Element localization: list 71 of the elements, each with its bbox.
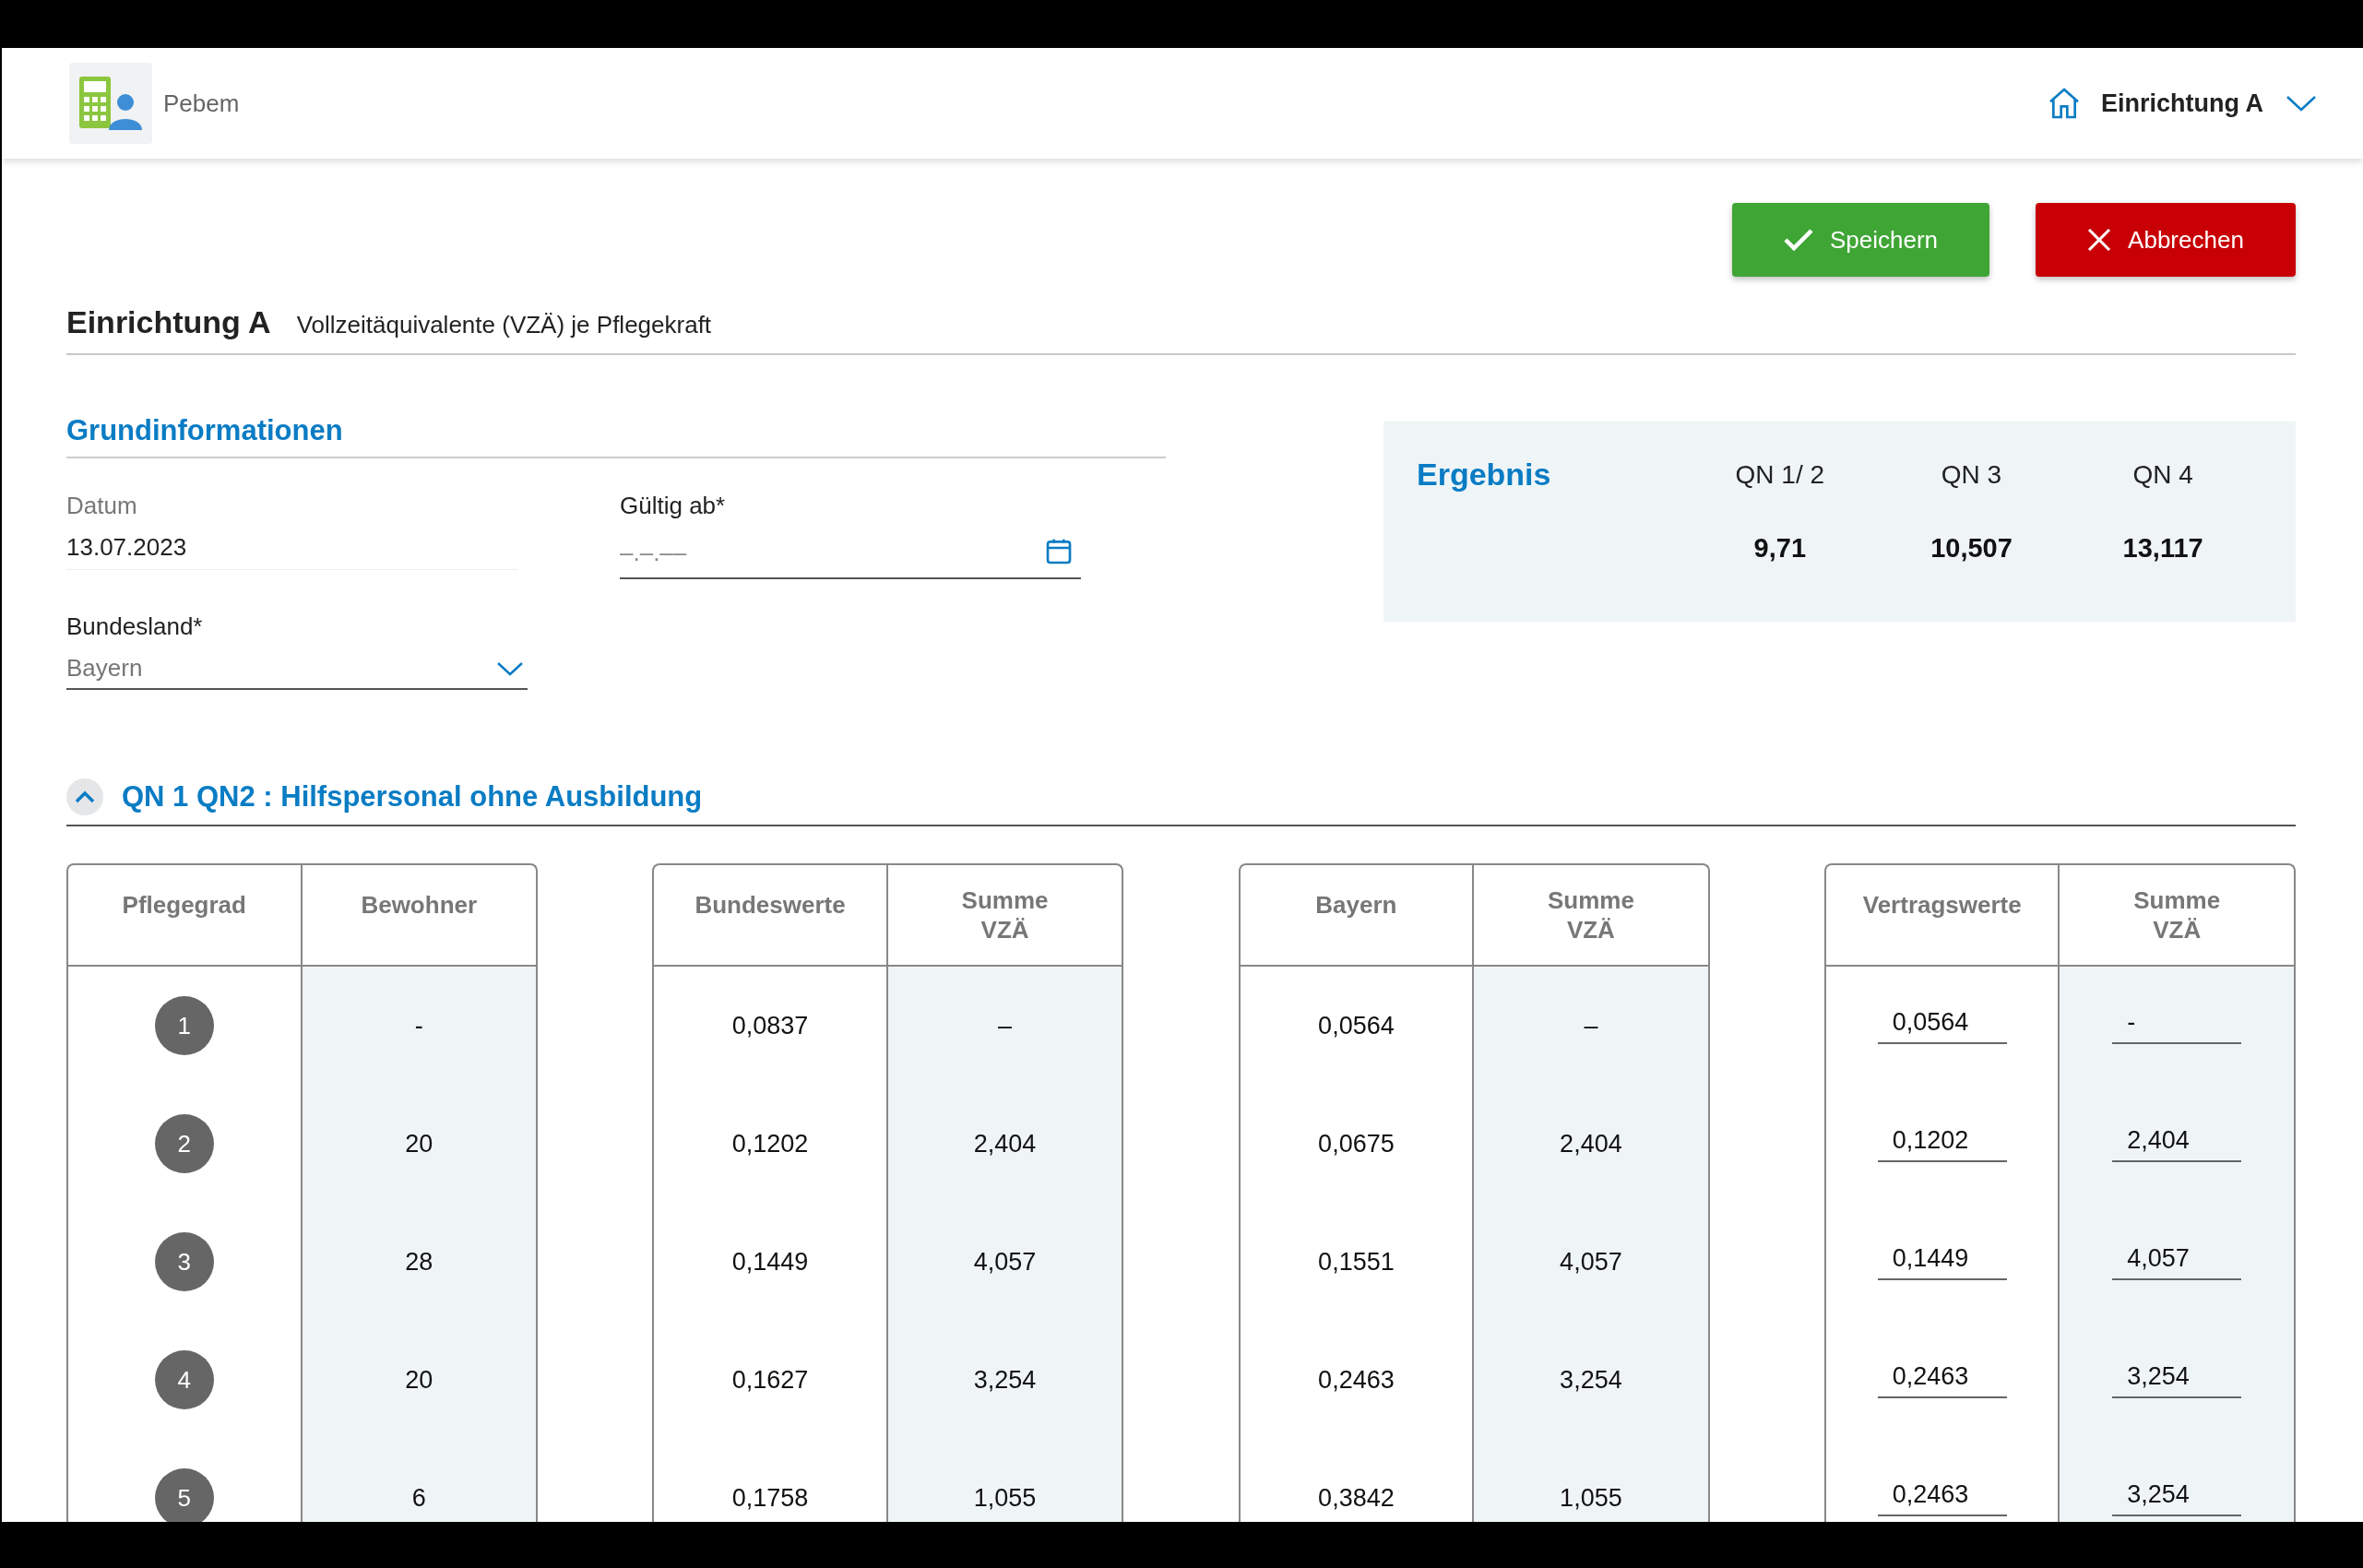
- chevron-down-icon: [496, 659, 524, 677]
- value-input[interactable]: 4,057: [2112, 1243, 2242, 1280]
- table-cell: 6: [411, 1483, 426, 1513]
- column-header: Vertragswerte: [1826, 865, 2060, 967]
- collapse-button[interactable]: [66, 778, 103, 815]
- table-cell: 0,1551: [1318, 1247, 1395, 1277]
- facility-switcher[interactable]: Einrichtung A: [2046, 85, 2317, 122]
- app-name: Pebem: [163, 89, 241, 118]
- field-label: Datum: [66, 492, 138, 520]
- table-cell: 3,254: [973, 1365, 1037, 1395]
- check-icon: [1783, 228, 1813, 252]
- table-cell: 0,1758: [731, 1483, 809, 1513]
- section-title: QN 1 QN2 : Hilfspersonal ohne Ausbildung: [122, 780, 703, 814]
- field-label: Bundesland*: [66, 612, 204, 641]
- table-cell: 0,1627: [731, 1365, 809, 1395]
- date-value: 13.07.2023: [66, 533, 518, 570]
- close-icon: [2087, 228, 2112, 252]
- table-cell: 2,404: [973, 1129, 1037, 1158]
- table-cell: 0,0564: [1318, 1011, 1395, 1040]
- table-cell: 4,057: [973, 1247, 1037, 1277]
- table-cell: 0,1449: [731, 1247, 809, 1277]
- chevron-up-icon: [75, 790, 95, 803]
- result-title: Ergebnis: [1417, 457, 1552, 493]
- table-cell: 0,0675: [1318, 1129, 1395, 1158]
- state-select[interactable]: Bayern: [66, 654, 528, 690]
- result-label: QN 4: [2131, 459, 2194, 490]
- page-title: Einrichtung A: [66, 304, 271, 340]
- table-cell: 2,404: [1560, 1129, 1622, 1158]
- care-level-badge: 1: [154, 996, 214, 1055]
- field-label: Gültig ab*: [620, 492, 727, 520]
- table-cell: 4,057: [1560, 1247, 1622, 1277]
- table-cell: –: [998, 1011, 1013, 1040]
- value-input[interactable]: 0,2463: [1877, 1479, 2007, 1516]
- table-cell: 3,254: [1560, 1365, 1622, 1395]
- table-cell: 20: [405, 1129, 433, 1158]
- cancel-button[interactable]: Abbrechen: [2036, 203, 2296, 277]
- table-cell: 20: [405, 1365, 433, 1395]
- table-cell: -: [414, 1011, 423, 1040]
- value-input[interactable]: 0,0564: [1877, 1007, 2007, 1044]
- result-label: QN 3: [1940, 459, 2003, 490]
- care-level-badge: 3: [154, 1232, 214, 1291]
- value-input[interactable]: 0,1449: [1877, 1243, 2007, 1280]
- result-value: 10,507: [1930, 532, 2013, 564]
- table-cell: 0,1202: [731, 1129, 809, 1158]
- calculator-person-icon: [77, 75, 144, 132]
- result-label: QN 1/ 2: [1734, 459, 1826, 490]
- care-level-badge: 2: [154, 1114, 214, 1173]
- table-cell: 28: [405, 1247, 433, 1277]
- value-input[interactable]: -: [2112, 1007, 2242, 1044]
- column-header: Bayern: [1240, 865, 1475, 967]
- page-subtitle: Vollzeitäquivalente (VZÄ) je Pflegekraft: [296, 311, 712, 339]
- chevron-down-icon: [2286, 94, 2317, 113]
- table-cell: 1,055: [1560, 1483, 1622, 1513]
- table-cell: 0,2463: [1318, 1365, 1395, 1395]
- calendar-icon[interactable]: [1044, 537, 1074, 566]
- table-cell: 0,3842: [1318, 1483, 1395, 1513]
- table-cell: –: [1584, 1011, 1598, 1040]
- value-input[interactable]: 3,254: [2112, 1361, 2242, 1398]
- result-value: 9,71: [1752, 532, 1808, 564]
- value-input[interactable]: 2,404: [2112, 1125, 2242, 1162]
- column-header: Bundeswerte: [654, 865, 888, 967]
- date-input[interactable]: –.–.––: [620, 533, 1081, 579]
- column-header: Pflegegrad: [68, 865, 303, 967]
- section-heading: Grundinformationen: [66, 414, 1166, 458]
- table-cell: 0,0837: [731, 1011, 809, 1040]
- value-input[interactable]: 0,2463: [1877, 1361, 2007, 1398]
- care-level-badge: 4: [154, 1350, 214, 1409]
- care-level-badge: 5: [154, 1468, 214, 1522]
- value-input[interactable]: 0,1202: [1877, 1125, 2007, 1162]
- table-cell: 1,055: [973, 1483, 1037, 1513]
- result-value: 13,117: [2121, 532, 2204, 564]
